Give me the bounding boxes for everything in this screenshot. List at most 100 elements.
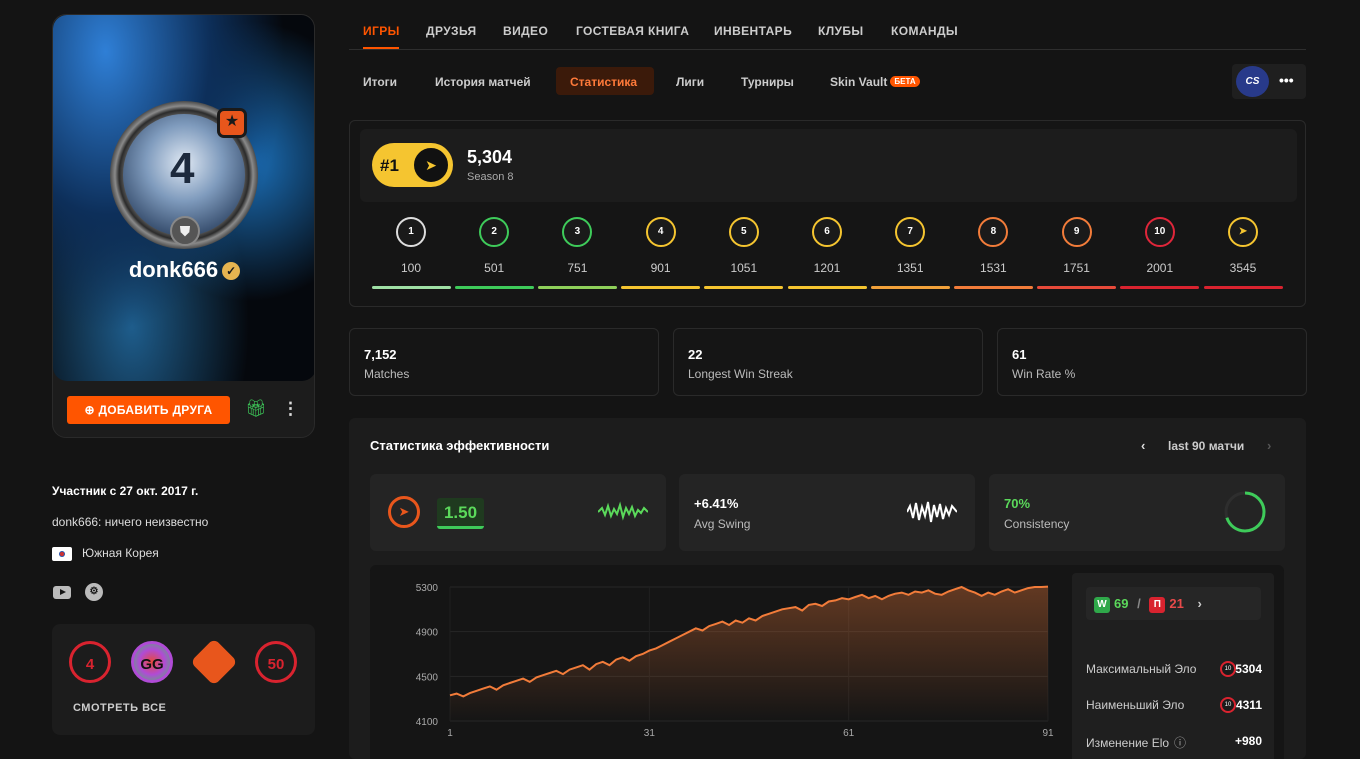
stat-label: Longest Win Streak xyxy=(688,367,793,381)
max-elo-row: Максимальный Эло 10 5304 xyxy=(1086,661,1262,677)
youtube-icon[interactable] xyxy=(53,586,71,599)
stat-card: 61 Win Rate % xyxy=(997,328,1307,396)
achievement-badge-icon[interactable] xyxy=(190,638,238,686)
range-label[interactable]: last 90 матчи xyxy=(1168,439,1244,453)
gift-icon[interactable]: 🎁︎ xyxy=(245,399,267,419)
add-friend-label: ДОБАВИТЬ ДРУГА xyxy=(98,403,213,417)
max-elo-value: 5304 xyxy=(1235,662,1262,676)
subtab-3[interactable]: Статистика xyxy=(570,75,637,89)
losses-count: 21 xyxy=(1169,596,1184,611)
chevron-right-icon[interactable]: › xyxy=(1267,438,1271,453)
tab-3[interactable]: ВИДЕО xyxy=(503,24,548,38)
elo-value: 5,304 xyxy=(467,147,513,167)
level-ring-icon: 1 xyxy=(396,217,426,247)
y-tick-label: 4500 xyxy=(416,672,439,683)
level-elo-threshold: 3545 xyxy=(1229,261,1257,275)
tab-6[interactable]: КЛУБЫ xyxy=(818,24,864,38)
x-tick-label: 91 xyxy=(1042,728,1054,739)
stat-value: 7,152 xyxy=(364,347,397,362)
subtab-6[interactable]: Skin Vault БЕТА xyxy=(830,75,920,89)
elo-card: #1 ➤ 5,304 Season 8 1 100 2 501 3 751 4 901 5 105… xyxy=(349,120,1306,307)
elo-area xyxy=(450,586,1048,721)
stat-card: 7,152 Matches xyxy=(349,328,659,396)
tab-4[interactable]: ГОСТЕВАЯ КНИГА xyxy=(576,24,689,38)
more-options-icon[interactable]: ••• xyxy=(1279,72,1294,88)
elo-change-label: Изменение Elo xyxy=(1086,736,1170,750)
swing-sparkline-icon xyxy=(907,501,957,523)
level-progress-bar xyxy=(1037,286,1117,289)
badges-card: 4 GG 50 СМОТРЕТЬ ВСЕ xyxy=(52,624,315,735)
info-icon[interactable]: ⓘ xyxy=(1174,736,1186,750)
swing-label: Avg Swing xyxy=(694,517,751,531)
tab-2[interactable]: ДРУЗЬЯ xyxy=(426,24,477,38)
chevron-left-icon[interactable]: ‹ xyxy=(1141,438,1145,453)
level-elo-threshold: 1051 xyxy=(730,261,758,275)
subtab-label: Skin Vault xyxy=(830,75,888,89)
level-elo-threshold: 501 xyxy=(484,261,505,275)
stat-value: 22 xyxy=(688,347,703,362)
achievement-badge-icon[interactable]: 4 xyxy=(69,641,111,683)
level-elo-threshold: 901 xyxy=(650,261,671,275)
elo-chart-panel: 4100 4500 4900 5300 1 31 61 91 W 69 / П 21 › Макс… xyxy=(370,565,1284,759)
separator: / xyxy=(1137,596,1141,611)
level-progress-bar xyxy=(704,286,784,289)
add-friend-button[interactable]: ⊕ ДОБАВИТЬ ДРУГА xyxy=(67,396,230,424)
level-2: 2 501 xyxy=(454,217,534,289)
y-tick-label: 4900 xyxy=(416,628,439,639)
consistency-label: Consistency xyxy=(1004,517,1070,531)
subtab-label: Лиги xyxy=(676,75,705,89)
level-badge-icon: ★ xyxy=(217,108,247,138)
subtab-4[interactable]: Лиги xyxy=(676,75,704,89)
level-1: 1 100 xyxy=(371,217,451,289)
level-ring-icon: 5 xyxy=(728,217,759,247)
subtab-label: Статистика xyxy=(570,75,638,89)
level-progress-bar xyxy=(371,286,451,289)
rank-number: #1 xyxy=(380,156,399,175)
level-11: ➤ 3545 xyxy=(1203,217,1283,289)
win-icon: W xyxy=(1094,597,1110,613)
min-elo-value: 4311 xyxy=(1235,698,1262,712)
cs2-game-icon[interactable]: CS xyxy=(1236,66,1269,97)
achievement-badge-icon[interactable]: GG xyxy=(131,641,173,683)
y-tick-label: 4100 xyxy=(416,717,439,728)
x-tick-label: 61 xyxy=(843,728,855,739)
level-elo-threshold: 1751 xyxy=(1063,261,1090,275)
profile-card: 4 ★ ⛊ donk666 ✓ ⊕ ДОБАВИТЬ ДРУГА 🎁︎ ⋮ xyxy=(52,14,315,438)
avatar-jersey-number: 4 xyxy=(170,144,195,193)
beta-badge: БЕТА xyxy=(890,76,920,87)
level-progress-bar xyxy=(454,286,534,289)
game-switcher[interactable]: CS ••• xyxy=(1232,64,1306,99)
profile-cover-image: 4 ★ ⛊ donk666 ✓ xyxy=(53,15,314,381)
steam-icon[interactable]: ⚙ xyxy=(85,583,103,601)
elo-season: Season 8 xyxy=(467,171,514,183)
more-options-icon[interactable]: ⋮ xyxy=(282,399,299,419)
level-progress-bar xyxy=(1203,286,1283,289)
subtab-5[interactable]: Турниры xyxy=(741,75,794,89)
stat-card: 22 Longest Win Streak xyxy=(673,328,983,396)
level-elo-threshold: 1531 xyxy=(980,261,1007,275)
subtab-2[interactable]: История матчей xyxy=(435,75,531,89)
add-user-icon: ⊕ xyxy=(84,403,99,417)
kd-card: ➤ 1.50 xyxy=(370,474,666,551)
tab-5[interactable]: ИНВЕНТАРЬ xyxy=(714,24,792,38)
achievement-badge-icon[interactable]: 50 xyxy=(255,641,297,683)
kd-value: 1.50 xyxy=(437,498,484,529)
tab-7[interactable]: КОМАНДЫ xyxy=(891,24,958,38)
stat-value: 61 xyxy=(1012,347,1027,362)
elo-change-value: +980 xyxy=(1234,734,1262,748)
stat-label: Win Rate % xyxy=(1012,367,1076,381)
challenger-icon: ➤ xyxy=(412,146,450,184)
elo-history-chart[interactable]: 4100 4500 4900 5300 1 31 61 91 xyxy=(370,565,1070,759)
level-elo-threshold: 100 xyxy=(400,261,422,275)
level-elo-threshold: 1201 xyxy=(813,261,841,275)
challenger-icon: ➤ xyxy=(1228,217,1258,247)
swing-value: +6.41% xyxy=(694,496,739,511)
chevron-right-icon[interactable]: › xyxy=(1197,596,1201,611)
level-ring-icon: 9 xyxy=(1061,217,1092,247)
elo-header: #1 ➤ 5,304 Season 8 xyxy=(360,129,1297,202)
consistency-card: 70% Consistency xyxy=(989,474,1285,551)
tab-1[interactable]: ИГРЫ xyxy=(363,24,400,38)
level-progress-bar xyxy=(870,286,950,289)
see-all-badges-link[interactable]: СМОТРЕТЬ ВСЕ xyxy=(73,702,166,714)
subtab-1[interactable]: Итоги xyxy=(363,75,397,89)
